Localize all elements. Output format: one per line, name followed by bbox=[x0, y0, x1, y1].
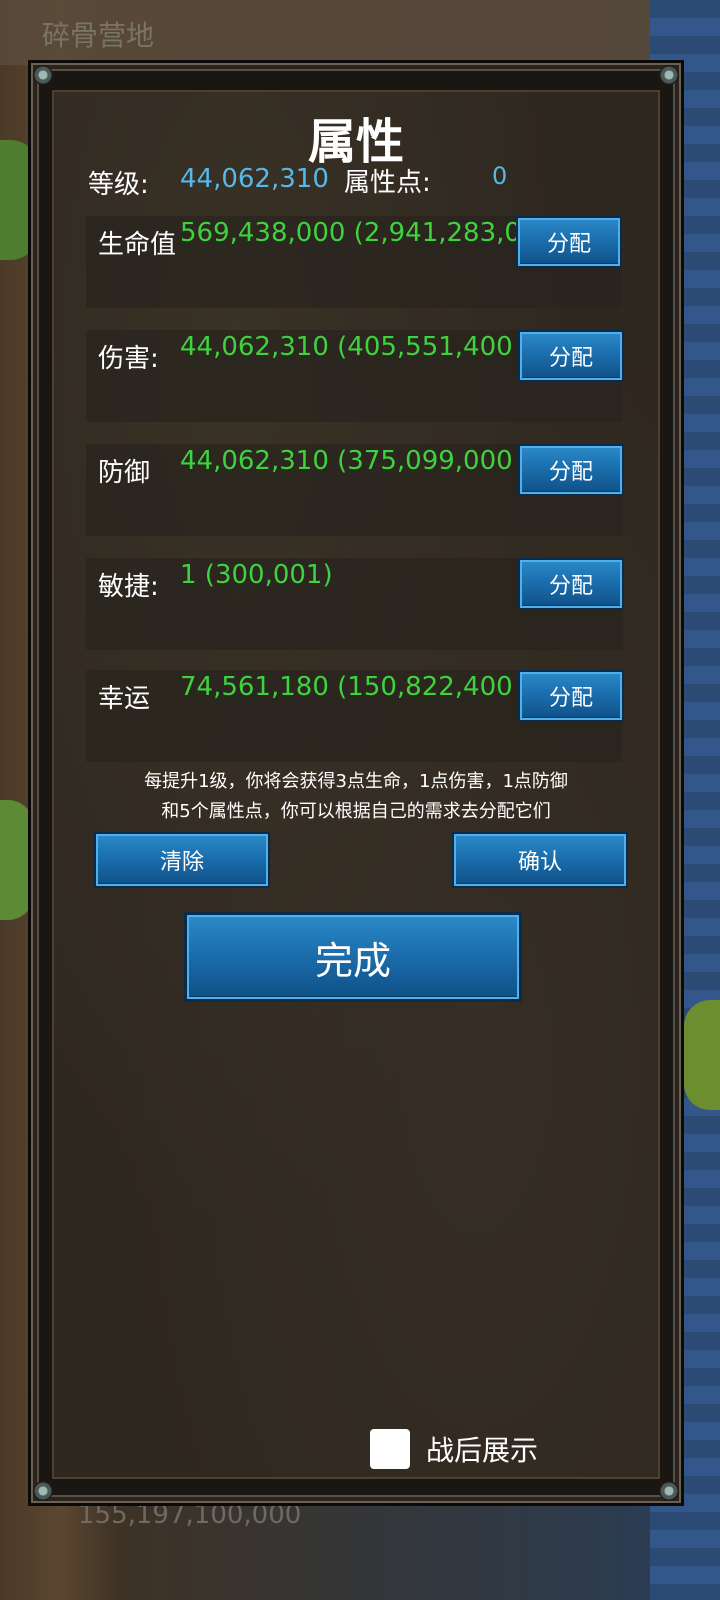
show-after-battle-label[interactable]: 战后展示 bbox=[426, 1429, 538, 1469]
attribute-row-agility: 敏捷: 1 (300,001) 分配 bbox=[86, 558, 624, 650]
map-bush bbox=[684, 1000, 720, 1110]
frame-corner-rivet-icon bbox=[659, 1481, 679, 1501]
clear-button[interactable]: 清除 bbox=[94, 832, 270, 888]
frame-corner-rivet-icon bbox=[659, 65, 679, 85]
show-after-battle-checkbox[interactable] bbox=[370, 1429, 410, 1469]
allocate-damage-button[interactable]: 分配 bbox=[518, 330, 624, 382]
confirm-button[interactable]: 确认 bbox=[452, 832, 628, 888]
attribute-value: 74,561,180 (150,822,400 bbox=[180, 672, 513, 702]
attribute-points-label: 属性点: bbox=[344, 168, 431, 198]
allocate-agility-button[interactable]: 分配 bbox=[518, 558, 624, 610]
attribute-label: 幸运 bbox=[98, 684, 151, 714]
level-label: 等级: bbox=[88, 170, 149, 200]
attribute-label: 防御 bbox=[98, 458, 151, 488]
allocate-luck-button[interactable]: 分配 bbox=[518, 670, 624, 722]
level-up-description-line-1: 每提升1级，你将会获得3点生命，1点伤害，1点防御 bbox=[144, 771, 568, 792]
attribute-row-defense: 防御 44,062,310 (375,099,000 分配 bbox=[86, 444, 624, 536]
attribute-points-value: 0 bbox=[492, 162, 508, 190]
attribute-label: 伤害: bbox=[98, 344, 159, 374]
attribute-value: 569,438,000 (2,941,283,0 bbox=[180, 218, 518, 248]
attribute-value: 1 (300,001) bbox=[180, 560, 333, 590]
allocate-hp-button[interactable]: 分配 bbox=[516, 216, 622, 268]
attribute-value: 44,062,310 (405,551,400 bbox=[180, 332, 513, 362]
done-button[interactable]: 完成 bbox=[184, 912, 522, 1002]
map-location-title: 碎骨营地 bbox=[42, 19, 155, 52]
level-up-description-line-2: 和5个属性点，你可以根据自己的需求去分配它们 bbox=[161, 801, 551, 822]
attribute-value: 44,062,310 (375,099,000 bbox=[180, 446, 513, 476]
attributes-panel: 属性 等级: 44,062,310 属性点: 0 生命值 569,438,000… bbox=[52, 90, 660, 1479]
frame-corner-rivet-icon bbox=[33, 65, 53, 85]
attribute-row-luck: 幸运 74,561,180 (150,822,400 分配 bbox=[86, 670, 624, 762]
allocate-defense-button[interactable]: 分配 bbox=[518, 444, 624, 496]
attribute-label: 生命值 bbox=[98, 230, 177, 260]
attribute-row-hp: 生命值 569,438,000 (2,941,283,0 分配 bbox=[86, 216, 622, 308]
level-value: 44,062,310 bbox=[180, 164, 329, 194]
frame-corner-rivet-icon bbox=[33, 1481, 53, 1501]
attribute-label: 敏捷: bbox=[98, 572, 159, 602]
attribute-row-damage: 伤害: 44,062,310 (405,551,400 分配 bbox=[86, 330, 624, 422]
